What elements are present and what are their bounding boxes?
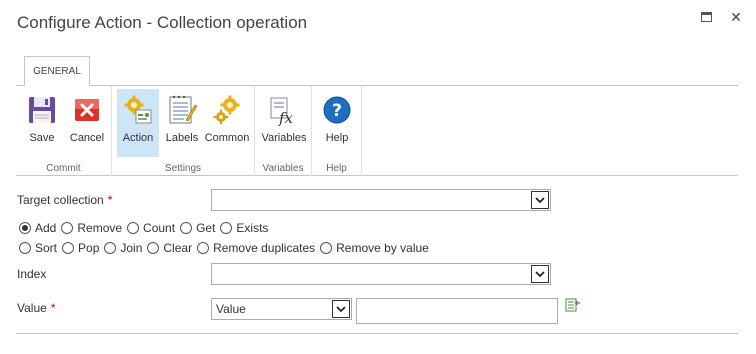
group-label-help: Help [326, 163, 347, 174]
index-label: Index [17, 267, 47, 281]
variables-button[interactable]: fx Variables [260, 89, 308, 157]
maximize-button[interactable] [697, 8, 715, 26]
target-collection-select[interactable] [211, 189, 551, 211]
radio-remove-by-value[interactable]: Remove by value [320, 241, 429, 255]
radio-dot [19, 242, 31, 254]
radio-sort[interactable]: Sort [19, 241, 57, 255]
save-button[interactable]: Save [20, 89, 64, 157]
group-label-variables: Variables [262, 163, 304, 174]
value-input[interactable] [356, 298, 558, 324]
svg-text:fx: fx [278, 109, 294, 126]
close-icon: ✕ [730, 8, 742, 25]
group-label-settings: Settings [164, 163, 202, 174]
variables-label: Variables [261, 132, 307, 144]
radio-dot [220, 222, 233, 234]
help-button[interactable]: ? Help [318, 89, 356, 157]
radio-get[interactable]: Get [180, 221, 215, 235]
target-collection-label: Target collection * [17, 193, 113, 207]
labels-button[interactable]: Labels [162, 89, 202, 157]
svg-text:?: ? [332, 101, 342, 121]
radio-dot [147, 242, 160, 254]
variables-fx-icon: fx [270, 97, 294, 126]
tab-general-label: GENERAL [33, 66, 81, 77]
ribbon-group-commit: Save Cancel Commit [16, 86, 112, 176]
chevron-down-icon [332, 300, 350, 318]
dialog-title: Configure Action - Collection operation [17, 13, 308, 32]
operation-radio-row-2: Sort Pop Join Clear Remove duplicates Re… [19, 241, 434, 255]
help-question-icon: ? [323, 96, 351, 124]
radio-dot [19, 222, 31, 234]
radio-count[interactable]: Count [127, 221, 175, 235]
insert-reference-icon[interactable] [565, 297, 581, 313]
bottom-divider [16, 333, 738, 334]
radio-join[interactable]: Join [104, 241, 142, 255]
maximize-icon [700, 12, 712, 22]
action-label: Action [122, 132, 154, 144]
radio-dot [62, 242, 75, 254]
radio-exists[interactable]: Exists [220, 221, 268, 235]
radio-remove[interactable]: Remove [61, 221, 122, 235]
ribbon-group-variables: fx Variables Variables [255, 86, 312, 176]
ribbon-group-settings: Action Labels Common Settings [112, 86, 255, 176]
chevron-down-icon [531, 191, 549, 209]
radio-dot [197, 242, 210, 254]
value-type-selected: Value [216, 302, 246, 316]
common-gears-icon [213, 95, 240, 125]
close-button[interactable]: ✕ [727, 8, 745, 26]
group-label-commit: Commit [46, 163, 81, 174]
ribbon-group-help: ? Help Help [312, 86, 362, 176]
radio-dot [61, 222, 74, 234]
radio-dot [180, 222, 193, 234]
radio-dot [127, 222, 140, 234]
index-select[interactable] [211, 263, 551, 285]
chevron-down-icon [531, 265, 549, 283]
action-button[interactable]: Action [117, 89, 159, 157]
floppy-disk-icon [29, 97, 55, 123]
cancel-x-icon [75, 99, 99, 121]
value-label: Value * [17, 301, 56, 315]
cancel-button[interactable]: Cancel [66, 89, 108, 157]
save-label: Save [29, 132, 55, 144]
help-label: Help [325, 132, 349, 144]
common-label: Common [204, 132, 250, 144]
operation-radio-row-1: Add Remove Count Get Exists [19, 221, 273, 235]
cancel-label: Cancel [69, 132, 105, 144]
required-marker: * [50, 301, 56, 315]
value-type-select[interactable]: Value [211, 298, 352, 320]
labels-label: Labels [165, 132, 199, 144]
required-marker: * [107, 193, 113, 207]
common-button[interactable]: Common [205, 89, 249, 157]
tab-general[interactable]: GENERAL [24, 56, 90, 86]
radio-add[interactable]: Add [19, 221, 56, 235]
radio-clear[interactable]: Clear [147, 241, 192, 255]
radio-dot [320, 242, 333, 254]
radio-remove-duplicates[interactable]: Remove duplicates [197, 241, 315, 255]
radio-pop[interactable]: Pop [62, 241, 99, 255]
action-gears-icon [124, 95, 152, 124]
labels-notepad-icon [169, 95, 198, 124]
ribbon: Save Cancel Commit Action Labels Common … [16, 85, 738, 176]
radio-dot [104, 242, 117, 254]
